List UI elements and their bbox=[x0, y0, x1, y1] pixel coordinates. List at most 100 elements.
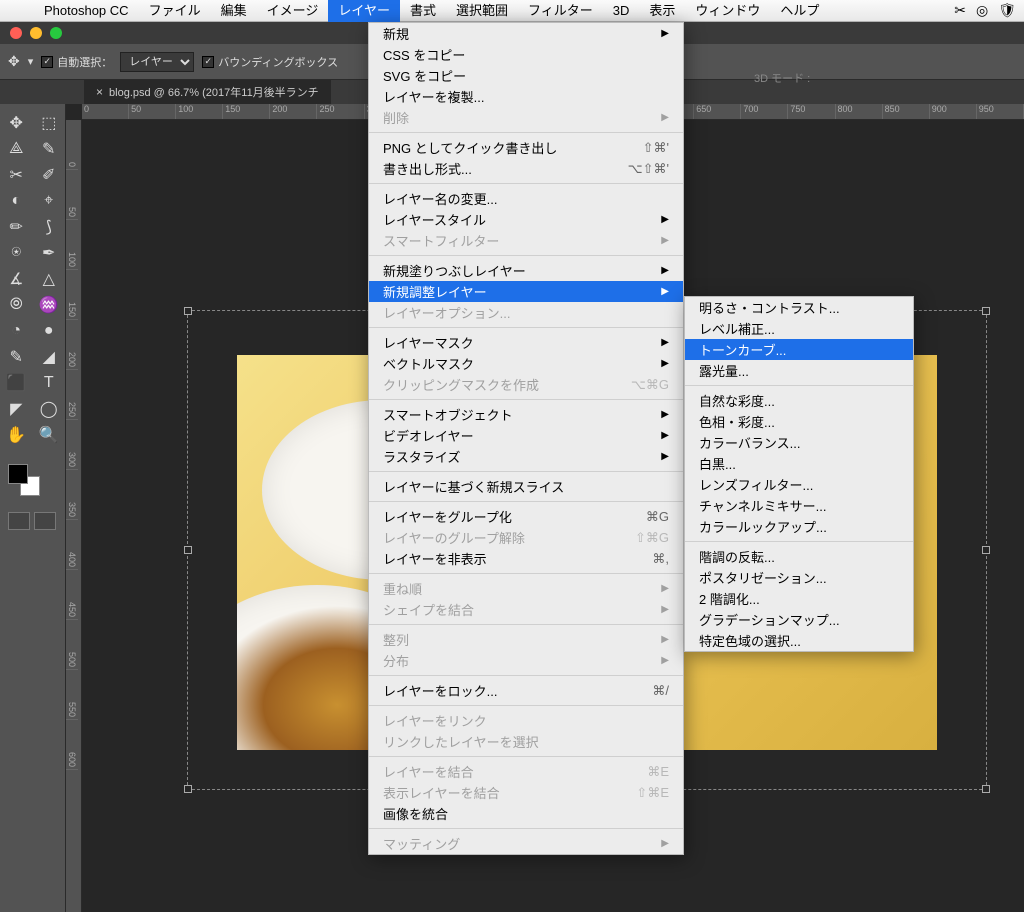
tool-button[interactable]: ✐ bbox=[33, 162, 66, 188]
menubar-item[interactable]: 編集 bbox=[211, 0, 257, 22]
menu-item[interactable]: レイヤーに基づく新規スライス bbox=[369, 476, 683, 497]
menu-item[interactable]: レイヤーを複製... bbox=[369, 86, 683, 107]
menu-item[interactable]: 白黒... bbox=[685, 453, 913, 474]
foreground-color-swatch[interactable] bbox=[8, 464, 28, 484]
tool-button[interactable]: ✎ bbox=[0, 344, 33, 370]
tool-button[interactable]: ⬛ bbox=[0, 370, 33, 396]
menu-item[interactable]: 階調の反転... bbox=[685, 546, 913, 567]
menubar-item[interactable]: Photoshop CC bbox=[34, 0, 139, 22]
menubar-item[interactable]: 表示 bbox=[639, 0, 685, 22]
transform-handle[interactable] bbox=[982, 785, 990, 793]
status-icon[interactable]: 🛡 bbox=[998, 2, 1016, 19]
menu-item[interactable]: CSS をコピー bbox=[369, 44, 683, 65]
menu-item[interactable]: 新規調整レイヤー▶ bbox=[369, 281, 683, 302]
tool-button[interactable]: ✎ bbox=[33, 136, 66, 162]
bounding-box-checkbox[interactable]: ✓バウンディングボックス bbox=[202, 54, 338, 70]
menubar-item[interactable]: レイヤー bbox=[328, 0, 400, 22]
tool-button[interactable]: ◤ bbox=[0, 396, 33, 422]
menubar-item[interactable]: フィルター bbox=[518, 0, 603, 22]
tool-button[interactable]: ● bbox=[33, 318, 66, 344]
menu-item[interactable]: レイヤーをロック...⌘/ bbox=[369, 680, 683, 701]
menubar-item[interactable]: 選択範囲 bbox=[446, 0, 518, 22]
close-window-button[interactable] bbox=[10, 27, 22, 39]
menu-item[interactable]: ベクトルマスク▶ bbox=[369, 353, 683, 374]
minimize-window-button[interactable] bbox=[30, 27, 42, 39]
tool-button[interactable]: ◐ bbox=[0, 188, 33, 214]
menu-item[interactable]: 新規▶ bbox=[369, 23, 683, 44]
menu-item[interactable]: 明るさ・コントラスト... bbox=[685, 297, 913, 318]
dropdown-arrow-icon[interactable]: ▾ bbox=[28, 55, 34, 68]
menu-item[interactable]: カラーバランス... bbox=[685, 432, 913, 453]
menubar-item[interactable]: イメージ bbox=[257, 0, 329, 22]
tool-button[interactable]: △ bbox=[33, 266, 66, 292]
menu-item[interactable]: 書き出し形式...⌥⇧⌘' bbox=[369, 158, 683, 179]
document-tab[interactable]: × blog.psd @ 66.7% (2017年11月後半ランチ bbox=[84, 80, 331, 104]
menu-item[interactable]: レイヤー名の変更... bbox=[369, 188, 683, 209]
tool-button[interactable]: ⬚ bbox=[33, 110, 66, 136]
status-icon[interactable]: ✂ bbox=[954, 2, 966, 19]
new-adjustment-layer-submenu[interactable]: 明るさ・コントラスト...レベル補正...トーンカーブ...露光量... 自然な彩… bbox=[684, 296, 914, 652]
menu-item[interactable]: 画像を統合 bbox=[369, 803, 683, 824]
menu-item: 重ね順▶ bbox=[369, 578, 683, 599]
menu-item[interactable]: 2 階調化... bbox=[685, 588, 913, 609]
menu-item[interactable]: トーンカーブ... bbox=[685, 339, 913, 360]
color-swatches[interactable] bbox=[8, 464, 40, 496]
menu-item[interactable]: SVG をコピー bbox=[369, 65, 683, 86]
menubar-item[interactable]: ファイル bbox=[139, 0, 211, 22]
menubar-item[interactable]: ヘルプ bbox=[770, 0, 829, 22]
auto-select-target[interactable]: レイヤー bbox=[120, 52, 194, 72]
menu-item[interactable]: レイヤーをグループ化⌘G bbox=[369, 506, 683, 527]
screen-mode-button[interactable] bbox=[34, 512, 56, 530]
menubar-item[interactable]: ウィンドウ bbox=[685, 0, 770, 22]
transform-handle[interactable] bbox=[184, 546, 192, 554]
transform-handle[interactable] bbox=[184, 307, 192, 315]
menu-item[interactable]: 露光量... bbox=[685, 360, 913, 381]
tool-button[interactable]: ⌖ bbox=[33, 188, 66, 214]
tool-button[interactable]: T bbox=[33, 370, 66, 396]
menu-item[interactable]: レイヤーマスク▶ bbox=[369, 332, 683, 353]
tool-button[interactable]: ♒ bbox=[33, 292, 66, 318]
tool-button[interactable]: ✂ bbox=[0, 162, 33, 188]
menu-item[interactable]: スマートオブジェクト▶ bbox=[369, 404, 683, 425]
tool-button[interactable]: ⦾ bbox=[0, 292, 33, 318]
tool-button[interactable]: ✥ bbox=[0, 110, 33, 136]
tool-button[interactable]: ◢ bbox=[33, 344, 66, 370]
transform-handle[interactable] bbox=[982, 546, 990, 554]
tool-button[interactable]: ∡ bbox=[0, 266, 33, 292]
tool-button[interactable]: ⍟ bbox=[0, 240, 33, 266]
menu-item[interactable]: グラデーションマップ... bbox=[685, 609, 913, 630]
menu-item[interactable]: 新規塗りつぶしレイヤー▶ bbox=[369, 260, 683, 281]
tool-button[interactable]: ◔ bbox=[0, 318, 33, 344]
menu-item[interactable]: PNG としてクイック書き出し⇧⌘' bbox=[369, 137, 683, 158]
close-tab-icon[interactable]: × bbox=[96, 85, 103, 99]
tool-button[interactable]: ◯ bbox=[33, 396, 66, 422]
menubar-item[interactable]: 書式 bbox=[400, 0, 446, 22]
menu-item[interactable]: 自然な彩度... bbox=[685, 390, 913, 411]
menu-item[interactable]: レンズフィルター... bbox=[685, 474, 913, 495]
menu-item[interactable]: ラスタライズ▶ bbox=[369, 446, 683, 467]
zoom-window-button[interactable] bbox=[50, 27, 62, 39]
menu-item: スマートフィルター▶ bbox=[369, 230, 683, 251]
transform-handle[interactable] bbox=[184, 785, 192, 793]
tool-button[interactable]: ✒ bbox=[33, 240, 66, 266]
menu-item[interactable]: 色相・彩度... bbox=[685, 411, 913, 432]
tool-button[interactable]: ⟁ bbox=[0, 136, 33, 162]
menu-item[interactable]: ビデオレイヤー▶ bbox=[369, 425, 683, 446]
tool-button[interactable]: ✋ bbox=[0, 422, 33, 448]
menu-item[interactable]: カラールックアップ... bbox=[685, 516, 913, 537]
auto-select-checkbox[interactable]: ✓自動選択： bbox=[41, 54, 112, 70]
tool-button[interactable]: ✏ bbox=[0, 214, 33, 240]
menu-item[interactable]: レイヤースタイル▶ bbox=[369, 209, 683, 230]
tool-button[interactable]: 🔍 bbox=[33, 422, 66, 448]
menu-item[interactable]: レベル補正... bbox=[685, 318, 913, 339]
menu-item[interactable]: レイヤーを非表示⌘, bbox=[369, 548, 683, 569]
transform-handle[interactable] bbox=[982, 307, 990, 315]
menu-item[interactable]: ポスタリゼーション... bbox=[685, 567, 913, 588]
status-icon[interactable]: ◎ bbox=[976, 2, 988, 19]
menu-item[interactable]: チャンネルミキサー... bbox=[685, 495, 913, 516]
menu-item[interactable]: 特定色域の選択... bbox=[685, 630, 913, 651]
layer-menu-dropdown[interactable]: 新規▶CSS をコピーSVG をコピーレイヤーを複製...削除▶PNG としてク… bbox=[368, 22, 684, 855]
tool-button[interactable]: ⟆ bbox=[33, 214, 66, 240]
menubar-item[interactable]: 3D bbox=[603, 0, 640, 22]
edit-mode-button[interactable] bbox=[8, 512, 30, 530]
